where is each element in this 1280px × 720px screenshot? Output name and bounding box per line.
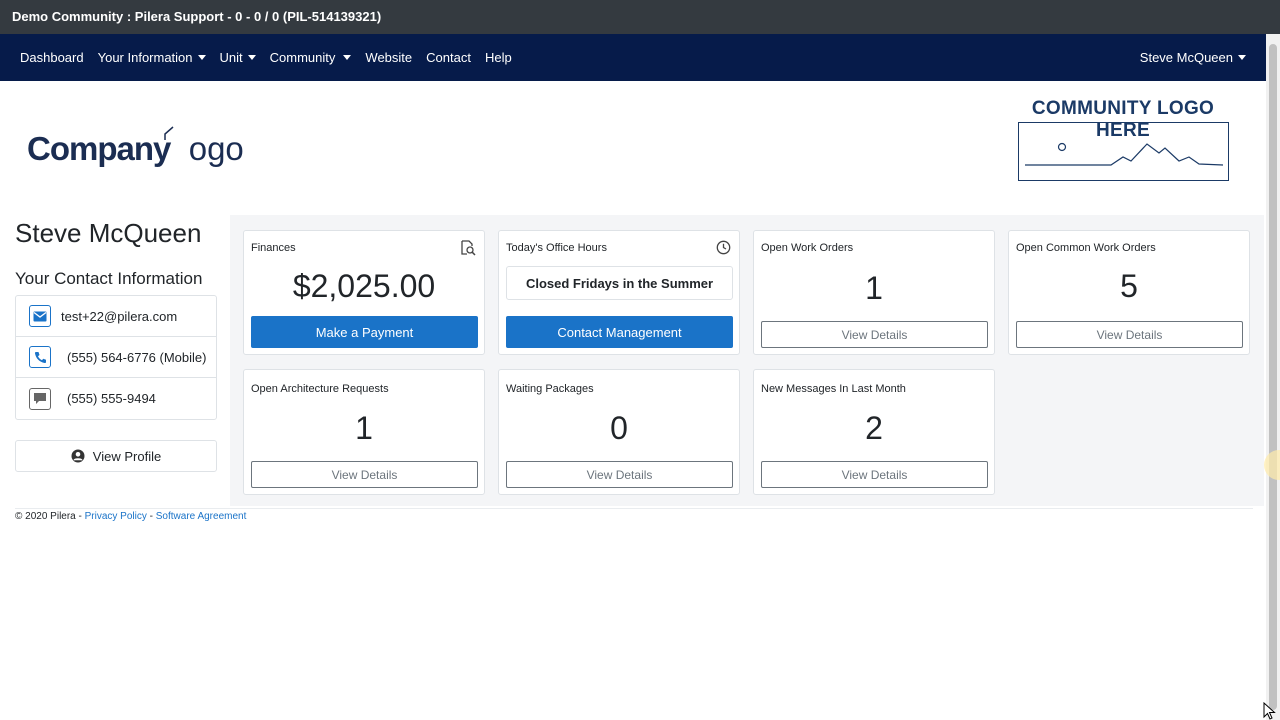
- clock-icon: [716, 240, 731, 255]
- caret-down-icon: [247, 55, 256, 60]
- contact-email-row[interactable]: test+22@pilera.com: [16, 296, 216, 337]
- contact-list: test+22@pilera.com (555) 564-6776 (Mobil…: [15, 295, 217, 420]
- file-search-icon: [461, 240, 476, 256]
- finances-balance: $2,025.00: [292, 268, 436, 304]
- user-circle-icon: [71, 449, 85, 463]
- caret-down-icon: [343, 55, 352, 60]
- nav-your-information[interactable]: Your Information: [98, 50, 206, 65]
- open-architecture-requests-count: 1: [355, 410, 373, 446]
- community-logo-image: [1018, 122, 1229, 181]
- view-details-button[interactable]: View Details: [761, 321, 988, 348]
- footer-divider: [15, 508, 1253, 509]
- vertical-scrollbar[interactable]: [1266, 34, 1280, 720]
- card-title: Waiting Packages: [506, 383, 594, 395]
- nav-community[interactable]: Community: [270, 50, 352, 65]
- view-details-button[interactable]: View Details: [761, 461, 988, 488]
- nav-unit[interactable]: Unit: [220, 50, 256, 65]
- window-title: Demo Community : Pilera Support - 0 - 0 …: [0, 0, 1280, 34]
- software-agreement-link[interactable]: Software Agreement: [156, 511, 247, 522]
- phone-icon: [29, 346, 51, 368]
- new-messages-card: New Messages In Last Month 2 View Detail…: [753, 369, 995, 495]
- office-hours-card: Today's Office Hours Closed Fridays in t…: [498, 230, 740, 355]
- mountain-icon: [1025, 142, 1224, 166]
- community-logo: COMMUNITY LOGO HERE: [1016, 98, 1230, 182]
- open-work-orders-count: 1: [865, 270, 883, 306]
- card-title: Finances: [251, 242, 296, 254]
- card-title: Open Common Work Orders: [1016, 242, 1156, 254]
- nav-dashboard[interactable]: Dashboard: [20, 50, 84, 65]
- nav-contact[interactable]: Contact: [426, 50, 471, 65]
- contact-heading: Your Contact Information: [15, 269, 203, 288]
- waiting-packages-card: Waiting Packages 0 View Details: [498, 369, 740, 495]
- open-common-work-orders-count: 5: [1120, 268, 1138, 304]
- open-common-work-orders-card: Open Common Work Orders 5 View Details: [1008, 230, 1250, 355]
- new-messages-count: 2: [865, 410, 883, 446]
- view-details-button[interactable]: View Details: [506, 461, 733, 488]
- nav-website[interactable]: Website: [365, 50, 412, 65]
- finances-card: Finances $2,025.00 Make a Payment: [243, 230, 485, 355]
- contact-mobile-row[interactable]: (555) 564-6776 (Mobile): [16, 337, 216, 378]
- profile-name: Steve McQueen: [15, 218, 202, 248]
- card-title: Today's Office Hours: [506, 242, 607, 254]
- privacy-policy-link[interactable]: Privacy Policy: [85, 511, 147, 522]
- open-architecture-requests-card: Open Architecture Requests 1 View Detail…: [243, 369, 485, 495]
- view-details-button[interactable]: View Details: [251, 461, 478, 488]
- office-hours-text: Closed Fridays in the Summer: [506, 266, 733, 300]
- view-details-button[interactable]: View Details: [1016, 321, 1243, 348]
- footer: © 2020 Pilera - Privacy Policy - Softwar…: [15, 511, 247, 522]
- caret-down-icon: [1238, 55, 1246, 60]
- waiting-packages-count: 0: [610, 410, 628, 446]
- contact-management-button[interactable]: Contact Management: [506, 316, 733, 348]
- envelope-icon: [29, 305, 51, 327]
- card-title: New Messages In Last Month: [761, 383, 906, 395]
- company-logo: Company Logo: [27, 118, 244, 168]
- make-payment-button[interactable]: Make a Payment: [251, 316, 478, 348]
- message-icon: [29, 387, 51, 410]
- mouse-cursor-icon: [1263, 702, 1276, 720]
- scrollbar-thumb[interactable]: [1269, 44, 1277, 710]
- user-menu[interactable]: Steve McQueen: [1140, 50, 1246, 65]
- top-navbar: Dashboard Your Information Unit Communit…: [0, 34, 1266, 81]
- card-title: Open Architecture Requests: [251, 383, 389, 395]
- open-work-orders-card: Open Work Orders 1 View Details: [753, 230, 995, 355]
- card-title: Open Work Orders: [761, 242, 854, 254]
- contact-phone-row[interactable]: (555) 555-9494: [16, 378, 216, 419]
- house-icon: [164, 126, 174, 140]
- view-profile-button[interactable]: View Profile: [15, 440, 217, 472]
- nav-help[interactable]: Help: [485, 50, 512, 65]
- caret-down-icon: [197, 55, 206, 60]
